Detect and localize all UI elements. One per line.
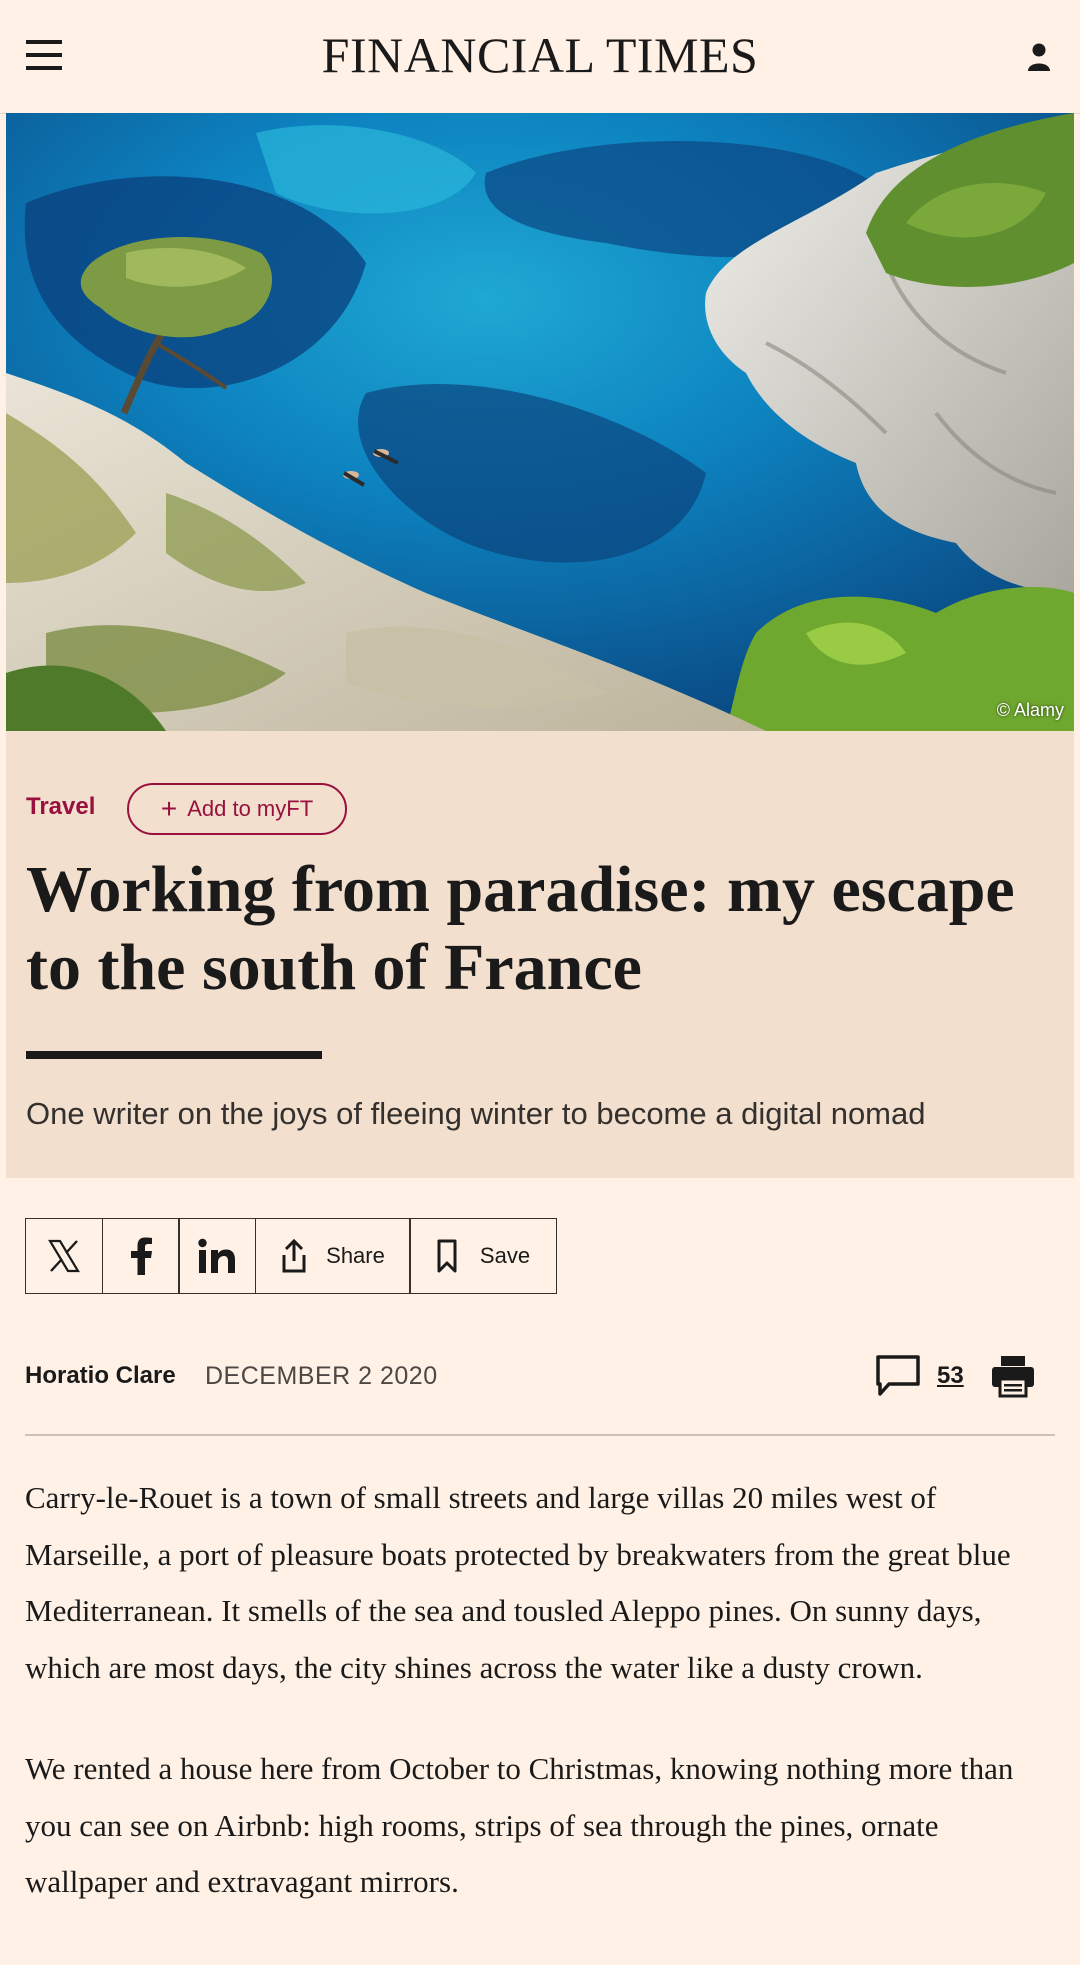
share-label: Share xyxy=(326,1243,385,1268)
image-credit: © Alamy xyxy=(996,700,1064,720)
add-to-myft-button[interactable]: + Add to myFT xyxy=(127,783,347,835)
share-icon xyxy=(282,1239,306,1273)
site-header: FINANCIAL TIMES xyxy=(0,0,1080,114)
share-button[interactable]: Share xyxy=(254,1218,411,1294)
author-link[interactable]: Horatio Clare xyxy=(25,1362,176,1390)
comment-icon xyxy=(876,1355,920,1396)
plus-icon: + xyxy=(160,793,178,824)
ft-logo[interactable]: FINANCIAL TIMES xyxy=(0,26,1080,84)
publish-date: DECEMBER 2 2020 xyxy=(205,1362,438,1390)
byline: Horatio Clare DECEMBER 2 2020 53 xyxy=(25,1352,1055,1402)
article-headline: Working from paradise: my escape to the … xyxy=(26,853,1015,1004)
comments-link[interactable]: 53 xyxy=(875,1352,995,1400)
x-icon xyxy=(48,1239,80,1273)
byline-divider xyxy=(25,1434,1055,1436)
share-x-button[interactable] xyxy=(25,1218,103,1294)
comment-count: 53 xyxy=(937,1362,964,1389)
headline-rule xyxy=(26,1051,322,1059)
save-label: Save xyxy=(479,1243,531,1268)
article-page: FINANCIAL TIMES © Alamy Travel + Add to … xyxy=(0,0,1080,1965)
user-account-icon[interactable] xyxy=(1024,40,1054,74)
linkedin-icon xyxy=(198,1238,235,1273)
body-paragraph: Carry-le-Rouet is a town of small street… xyxy=(25,1480,1011,1685)
save-button[interactable]: Save xyxy=(409,1218,557,1294)
print-icon[interactable] xyxy=(990,1354,1036,1398)
article-standfirst: One writer on the joys of fleeing winter… xyxy=(26,1096,926,1131)
bookmark-icon xyxy=(437,1239,457,1273)
body-paragraph: We rented a house here from October to C… xyxy=(25,1751,1014,1899)
add-to-myft-label: Add to myFT xyxy=(187,796,314,821)
share-toolbar: Share Save xyxy=(25,1218,557,1294)
facebook-icon xyxy=(130,1237,152,1275)
hero-image: © Alamy xyxy=(6,113,1074,731)
section-link[interactable]: Travel xyxy=(26,793,95,821)
article-header: Travel + Add to myFT Working from paradi… xyxy=(6,731,1074,1178)
share-facebook-button[interactable] xyxy=(101,1218,180,1294)
article-body: Carry-le-Rouet is a town of small street… xyxy=(25,1470,1055,1956)
share-linkedin-button[interactable] xyxy=(178,1218,256,1294)
